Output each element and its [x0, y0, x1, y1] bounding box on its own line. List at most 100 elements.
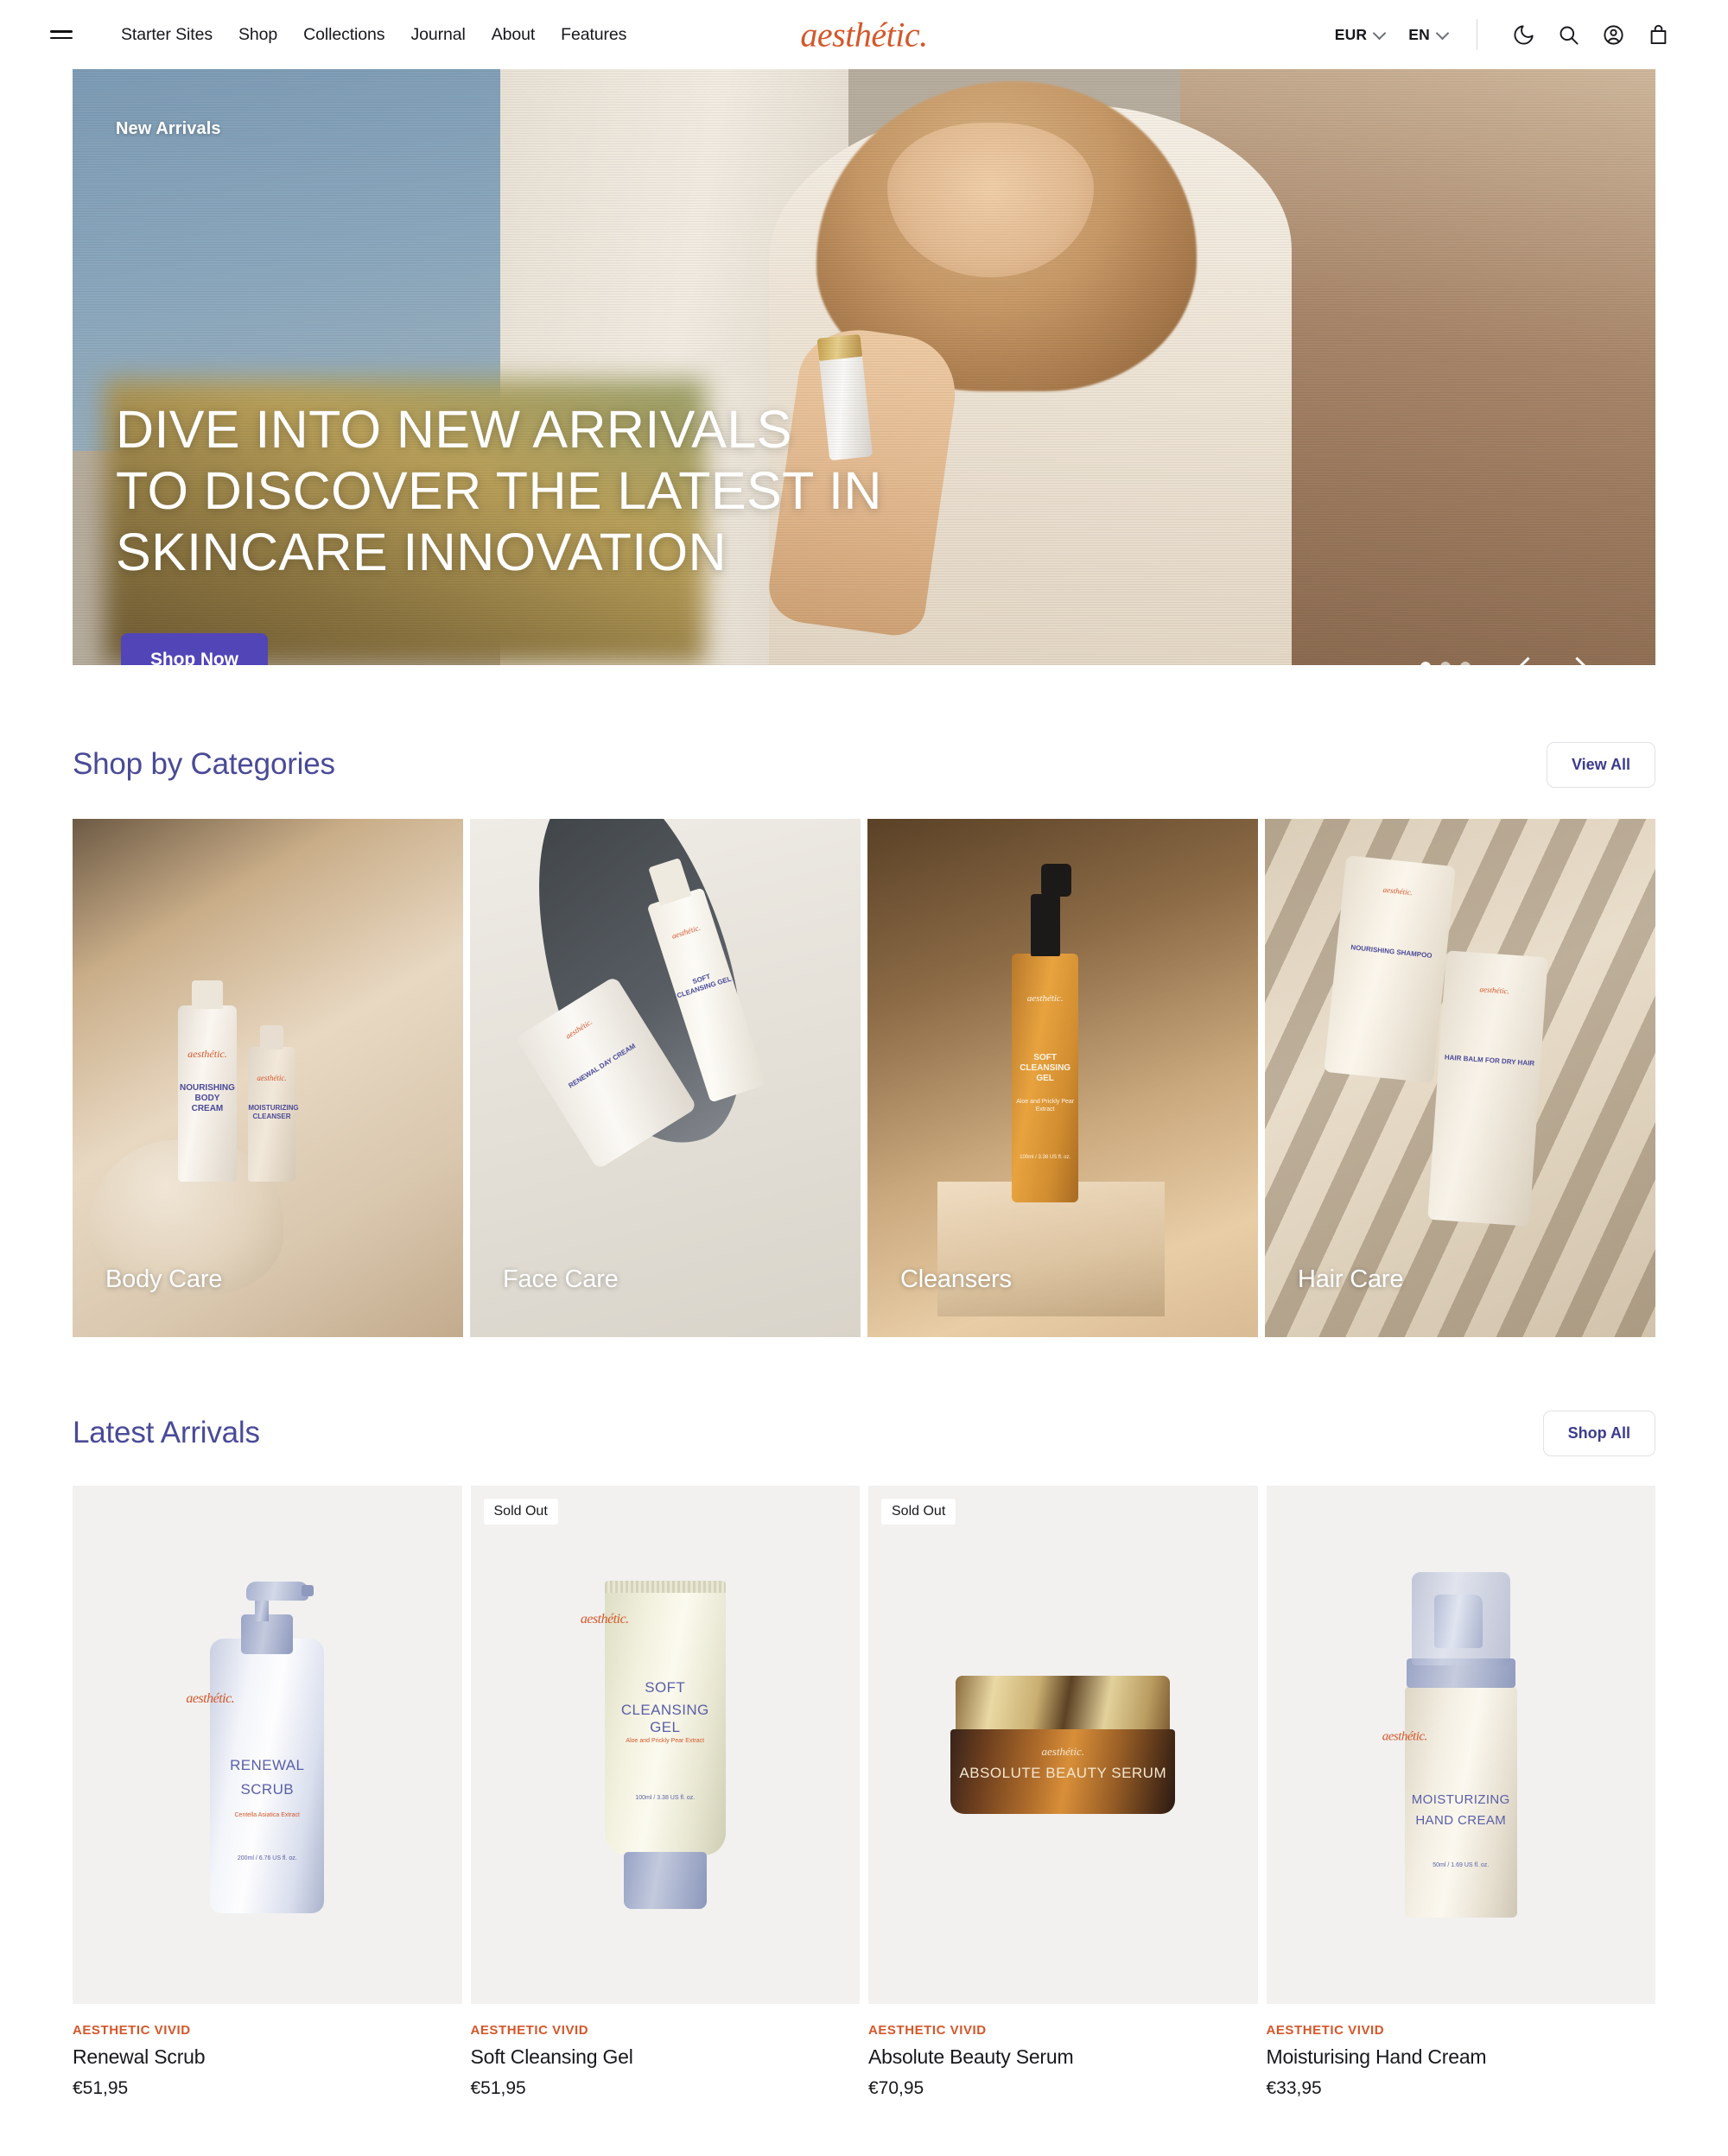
currency-selector[interactable]: EUR: [1334, 25, 1387, 44]
product-card[interactable]: Sold Out aesthétic. SOFT CLEANSING GEL A…: [470, 1486, 861, 2099]
product-name-line1: RENEWAL: [230, 1756, 305, 1773]
moon-icon[interactable]: [1503, 15, 1543, 54]
pump-bottle-art: aesthétic. RENEWAL SCRUB Centella Asiati…: [186, 1576, 325, 1913]
category-label: Cleansers: [900, 1265, 1012, 1293]
categories-title: Shop by Categories: [73, 747, 335, 781]
product-vendor: AESTHETIC VIVID: [470, 2023, 589, 2038]
chevron-down-icon: [1373, 26, 1387, 40]
product-extract-text: Aloe and Prickly Pear Extract: [626, 1738, 705, 1745]
product-meta: AESTHETIC VIVID Renewal Scrub €51,95: [73, 2004, 462, 2099]
product-price: €51,95: [73, 2078, 129, 2098]
product-name-line2: CLEANSING GEL: [620, 1701, 709, 1735]
status-badge: Sold Out: [881, 1499, 956, 1525]
hero-eyebrow: New Arrivals: [116, 119, 221, 138]
nav-item-shop[interactable]: Shop: [238, 25, 277, 45]
product-extract-text: Aloe and Prickly Pear Extract: [1016, 1099, 1075, 1113]
carousel-dot-1[interactable]: [1420, 662, 1431, 665]
carousel-next-button[interactable]: [1559, 646, 1600, 665]
product-price: €70,95: [868, 2078, 924, 2098]
carousel-dot-2[interactable]: [1440, 662, 1451, 665]
product-logo-text: aesthétic.: [187, 1047, 227, 1060]
products-section-header: Latest Arrivals Shop All: [73, 1405, 1655, 1462]
product-name-text: HAIR BALM FOR DRY HAIR: [1444, 1052, 1535, 1068]
categories-section-header: Shop by Categories View All: [73, 736, 1655, 793]
product-logo-text: aesthétic.: [1479, 985, 1509, 996]
product-meta: AESTHETIC VIVID Absolute Beauty Serum €7…: [868, 2004, 1258, 2099]
product-name-text: NOURISHING BODY CREAM: [179, 1082, 235, 1113]
account-icon[interactable]: [1593, 15, 1633, 54]
product-title[interactable]: Renewal Scrub: [73, 2045, 462, 2069]
product-meta: AESTHETIC VIVID Soft Cleansing Gel €51,9…: [471, 2004, 861, 2099]
chevron-down-icon: [1435, 26, 1450, 40]
product-price: €51,95: [470, 2078, 526, 2098]
view-all-button[interactable]: View All: [1546, 741, 1655, 788]
product-vendor: AESTHETIC VIVID: [1266, 2023, 1385, 2038]
nav-item-collections[interactable]: Collections: [303, 25, 384, 45]
bag-icon[interactable]: [1638, 15, 1678, 54]
product-image: Sold Out aesthétic. SOFT CLEANSING GEL A…: [470, 1486, 860, 2004]
chevron-right-icon: [1566, 656, 1588, 665]
nav-item-journal[interactable]: Journal: [410, 25, 465, 45]
carousel-dots[interactable]: [1420, 662, 1471, 665]
product-vendor: AESTHETIC VIVID: [73, 2023, 191, 2038]
product-name-line1: SOFT: [645, 1679, 686, 1696]
product-volume-text: 100ml / 3.38 US fl. oz.: [1020, 1155, 1071, 1161]
category-image-face-care: aesthétic. RENEWAL DAY CREAM aesthétic. …: [470, 819, 861, 1337]
product-name-line2: SCRUB: [240, 1781, 294, 1798]
nav-item-about[interactable]: About: [492, 25, 536, 45]
hero-carousel: New Arrivals DIVE INTO NEW ARRIVALS TO D…: [73, 69, 1655, 665]
hamburger-icon[interactable]: [50, 28, 73, 41]
shop-all-button[interactable]: Shop All: [1542, 1410, 1655, 1456]
category-image-cleansers: aesthétic. SOFT CLEANSING GEL Aloe and P…: [867, 819, 1258, 1337]
product-name-text: SOFT CLEANSING GEL: [1020, 1053, 1071, 1084]
product-title[interactable]: Absolute Beauty Serum: [868, 2045, 1258, 2069]
product-image: Sold Out aesthétic. ABSOLUTE BEAUTY SERU…: [868, 1486, 1258, 2004]
category-card-hair-care[interactable]: aesthétic. NOURISHING SHAMPOO aesthétic.…: [1265, 819, 1655, 1337]
products-title: Latest Arrivals: [73, 1416, 260, 1449]
language-selector[interactable]: EN: [1408, 26, 1450, 44]
category-card-body-care[interactable]: aesthétic. NOURISHING BODY CREAM aesthét…: [73, 819, 463, 1337]
category-image-body-care: aesthétic. NOURISHING BODY CREAM aesthét…: [73, 819, 463, 1337]
airless-pump-art: aesthétic. MOISTURIZING HAND CREAM 50ml …: [1382, 1572, 1517, 1918]
product-volume-text: 200ml / 6.76 US fl. oz.: [237, 1855, 297, 1862]
nav-item-starter-sites[interactable]: Starter Sites: [121, 25, 213, 45]
product-meta: AESTHETIC VIVID Moisturising Hand Cream …: [1267, 2004, 1656, 2099]
category-card-face-care[interactable]: aesthétic. RENEWAL DAY CREAM aesthétic. …: [470, 819, 861, 1337]
products-grid: aesthétic. RENEWAL SCRUB Centella Asiati…: [73, 1486, 1655, 2099]
currency-value: EUR: [1334, 25, 1368, 43]
status-badge: Sold Out: [483, 1499, 558, 1525]
product-image: aesthétic. MOISTURIZING HAND CREAM 50ml …: [1266, 1486, 1655, 2004]
storefront-page: Starter Sites Shop Collections Journal A…: [0, 0, 1728, 2156]
product-volume-text: 100ml / 3.38 US fl. oz.: [635, 1795, 696, 1802]
site-header: Starter Sites Shop Collections Journal A…: [0, 0, 1728, 69]
product-logo-text: aesthétic.: [1041, 1744, 1084, 1758]
chevron-left-icon: [1517, 656, 1539, 665]
jar-art: aesthétic. ABSOLUTE BEAUTY SERUM: [950, 1676, 1176, 1814]
carousel-prev-button[interactable]: [1505, 646, 1547, 665]
product-image: aesthétic. RENEWAL SCRUB Centella Asiati…: [73, 1486, 462, 2004]
category-card-cleansers[interactable]: aesthétic. SOFT CLEANSING GEL Aloe and P…: [867, 819, 1258, 1337]
product-title[interactable]: Moisturising Hand Cream: [1267, 2045, 1656, 2069]
product-logo-text: aesthétic.: [1382, 885, 1414, 897]
main-navigation: Starter Sites Shop Collections Journal A…: [121, 25, 626, 45]
category-label: Face Care: [503, 1265, 619, 1293]
categories-grid: aesthétic. NOURISHING BODY CREAM aesthét…: [73, 819, 1655, 1337]
carousel-dot-3[interactable]: [1460, 662, 1471, 665]
product-logo-text: aesthétic.: [257, 1074, 287, 1083]
product-card[interactable]: aesthétic. RENEWAL SCRUB Centella Asiati…: [73, 1486, 462, 2099]
nav-item-features[interactable]: Features: [561, 25, 626, 45]
product-card[interactable]: aesthétic. MOISTURIZING HAND CREAM 50ml …: [1266, 1486, 1656, 2099]
product-title[interactable]: Soft Cleansing Gel: [471, 2045, 861, 2069]
product-logo-text: aesthétic.: [580, 1611, 629, 1627]
category-label: Hair Care: [1298, 1265, 1404, 1293]
product-price: €33,95: [1266, 2078, 1322, 2098]
site-logo[interactable]: aesthétic.: [800, 15, 928, 55]
product-logo-text: aesthétic.: [186, 1690, 235, 1706]
product-name-text: SOFT CLEANSING GEL: [675, 972, 733, 1000]
product-card[interactable]: Sold Out aesthétic. ABSOLUTE BEAUTY SERU…: [868, 1486, 1258, 2099]
product-logo-text: aesthétic.: [1026, 993, 1064, 1005]
product-logo-text: aesthétic.: [670, 923, 702, 942]
product-extract-text: Centella Asiatica Extract: [234, 1812, 300, 1819]
search-icon[interactable]: [1548, 15, 1588, 54]
shop-now-button[interactable]: Shop Now: [121, 633, 268, 665]
